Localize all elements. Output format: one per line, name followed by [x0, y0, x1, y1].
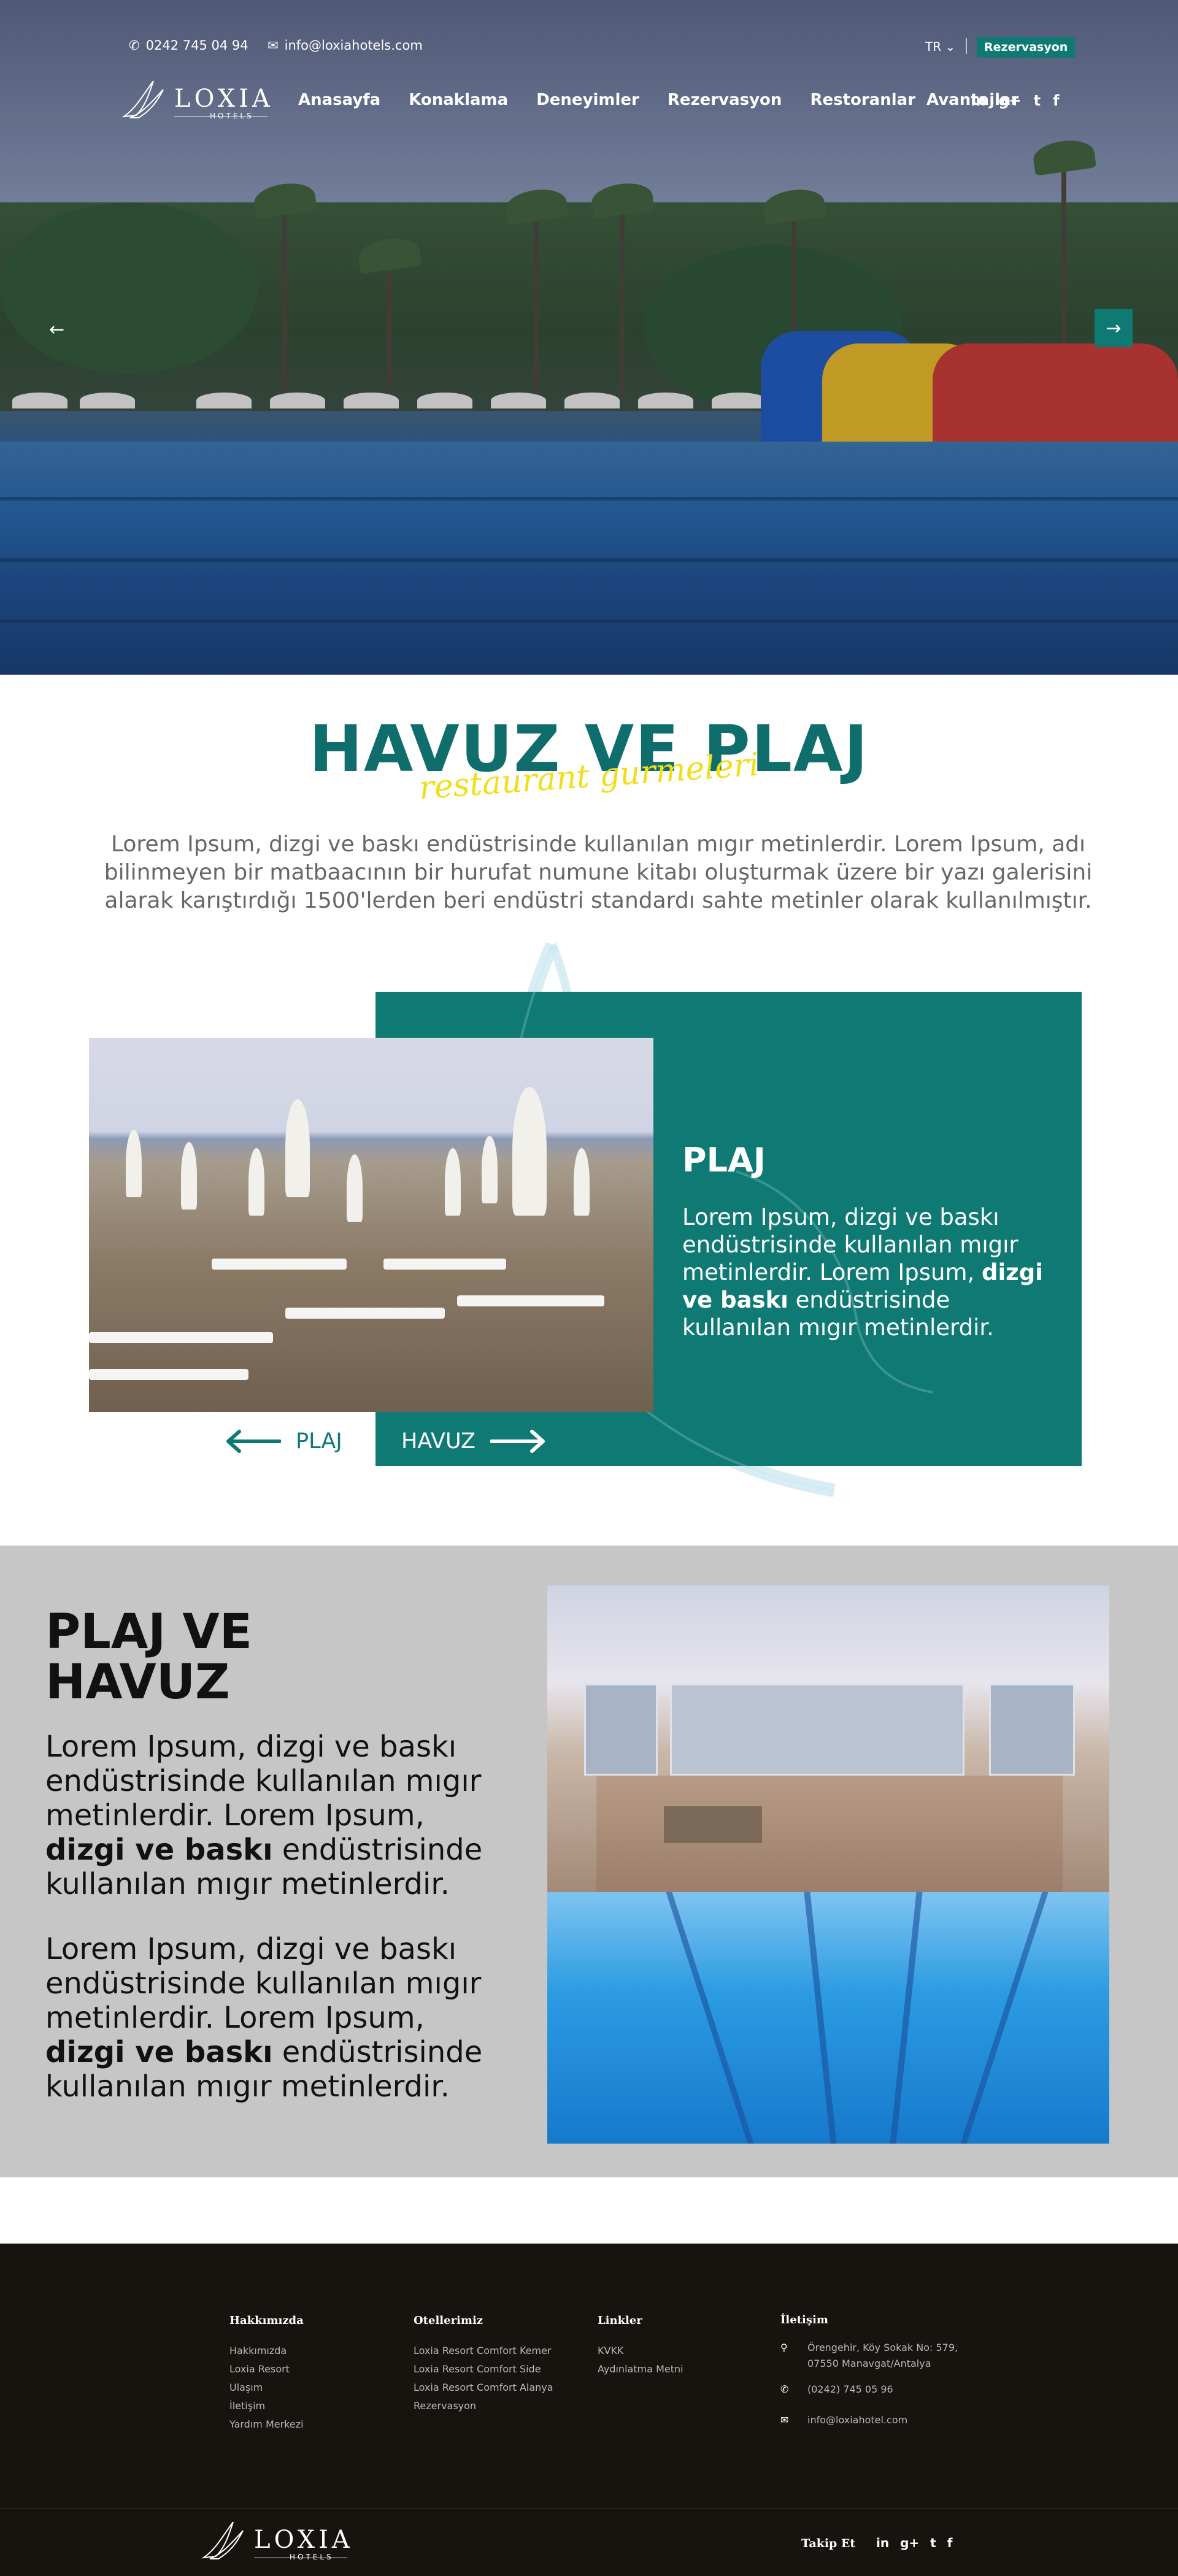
pool-beach-paragraph-1: Lorem Ipsum, dizgi ve baskı endüstrisind…	[45, 1730, 499, 1901]
card-next-button[interactable]: HAVUZ	[401, 1429, 547, 1454]
topbar-email[interactable]: ✉ info@loxiahotels.com	[268, 38, 423, 53]
top-bar: ✆ 0242 745 04 94 ✉ info@loxiahotels.com …	[0, 37, 1178, 58]
logo-sub: HOTELS	[210, 112, 254, 120]
footer-link[interactable]: Loxia Resort Comfort Side	[414, 2360, 553, 2379]
reservation-button[interactable]: Rezervasyon	[977, 37, 1076, 58]
map-pin-icon: ⚲	[780, 2342, 788, 2353]
language-select[interactable]: TR ⌄	[925, 39, 955, 54]
phone-icon: ✆	[780, 2383, 789, 2395]
google-plus-icon[interactable]: g+	[900, 2536, 919, 2550]
footer-email[interactable]: ✉ info@loxiahotel.com	[780, 2412, 977, 2428]
pool-beach-paragraph-2: Lorem Ipsum, dizgi ve baskı endüstrisind…	[45, 1932, 499, 2104]
footer-social: in g+ t f	[876, 2536, 952, 2550]
section-intro: Lorem Ipsum, dizgi ve baskı endüstrisind…	[104, 832, 1093, 913]
footer-phone-text: (0242) 745 05 96	[807, 2383, 893, 2395]
footer	[0, 2244, 1178, 2576]
plaj-text: Lorem Ipsum, dizgi ve baskı endüstrisind…	[682, 1203, 1050, 1341]
footer-links-title: Linkler	[598, 2314, 642, 2327]
follow-label: Takip Et	[801, 2537, 856, 2550]
plaj-text-a: Lorem Ipsum, dizgi ve baskı endüstrisind…	[682, 1204, 1018, 1286]
logo-word: LOXIA	[174, 85, 274, 113]
phone-icon: ✆	[129, 38, 140, 53]
facebook-icon[interactable]: f	[1053, 92, 1059, 109]
indoor-pool-photo	[547, 1585, 1109, 2144]
footer-address-line-1: Örengehir, Köy Sokak No: 579,	[807, 2342, 958, 2353]
footer-about-title: Hakkımızda	[229, 2314, 304, 2327]
footer-link[interactable]: Ulaşım	[229, 2379, 304, 2397]
footer-contact-title: İletişim	[780, 2313, 828, 2326]
facebook-icon[interactable]: f	[947, 2536, 953, 2550]
google-plus-icon[interactable]: g+	[998, 92, 1021, 109]
footer-contact: İletişim ⚲ Örengehir, Köy Sokak No: 579,…	[780, 2313, 977, 2438]
chevron-down-icon: ⌄	[945, 39, 956, 54]
footer-hotels-title: Otellerimiz	[414, 2314, 483, 2327]
slider-next-button[interactable]: →	[1095, 309, 1133, 347]
topbar-divider	[966, 38, 967, 54]
nav-item-konaklama[interactable]: Konaklama	[409, 91, 508, 109]
footer-link[interactable]: Aydınlatma Metni	[598, 2360, 683, 2379]
topbar-email-text: info@loxiahotels.com	[284, 38, 423, 53]
plaj-heading: PLAJ	[682, 1141, 766, 1179]
footer-link[interactable]: Loxia Resort Comfort Alanya	[414, 2379, 553, 2397]
p2-text-a: Lorem Ipsum, dizgi ve baskı endüstrisind…	[45, 1932, 482, 2035]
pool-beach-heading: PLAJ VE HAVUZ	[45, 1604, 253, 1710]
footer-logo-word: LOXIA	[254, 2526, 353, 2554]
footer-link[interactable]: İletişim	[229, 2397, 304, 2415]
footer-link[interactable]: Yardım Merkezi	[229, 2415, 304, 2434]
slider-prev-button[interactable]: ←	[49, 319, 64, 340]
footer-link[interactable]: Loxia Resort Comfort Kemer	[414, 2342, 553, 2360]
topbar-phone[interactable]: ✆ 0242 745 04 94	[129, 38, 248, 53]
language-label: TR	[925, 39, 942, 54]
p1-text-bold: dizgi ve baskı	[45, 1833, 273, 1867]
card-next-label: HAVUZ	[401, 1429, 475, 1454]
arrow-right-icon: →	[1106, 317, 1122, 339]
nav-item-anasayfa[interactable]: Anasayfa	[298, 91, 380, 109]
topbar-phone-text: 0242 745 04 94	[145, 38, 248, 53]
linkedin-icon[interactable]: in	[876, 2536, 889, 2550]
header-social: in g+ t f	[971, 92, 1060, 109]
nav-item-rezervasyon[interactable]: Rezervasyon	[668, 91, 782, 109]
mail-icon: ✉	[780, 2414, 789, 2426]
footer-links: Linkler KVKK Aydınlatma Metni	[598, 2313, 683, 2379]
footer-email-text: info@loxiahotel.com	[807, 2414, 908, 2426]
footer-about: Hakkımızda Hakkımızda Loxia Resort Ulaşı…	[229, 2313, 304, 2434]
beach-photo	[89, 1038, 653, 1412]
footer-link[interactable]: Rezervasyon	[414, 2397, 553, 2415]
twitter-icon[interactable]: t	[1034, 92, 1041, 109]
footer-link[interactable]: Hakkımızda	[229, 2342, 304, 2360]
arrow-right-icon	[490, 1430, 545, 1453]
twitter-icon[interactable]: t	[930, 2536, 936, 2550]
logo-bird-icon	[121, 80, 164, 118]
card-prev-label: PLAJ	[296, 1429, 342, 1454]
arrow-left-icon	[226, 1430, 281, 1453]
nav-item-deneyimler[interactable]: Deneyimler	[536, 91, 639, 109]
site-logo[interactable]: LOXIA HOTELS	[118, 74, 271, 124]
main-nav: Anasayfa Konaklama Deneyimler Rezervasyo…	[298, 91, 1047, 109]
logo-bird-icon	[201, 2521, 244, 2559]
footer-link[interactable]: Loxia Resort	[229, 2360, 304, 2379]
footer-link[interactable]: KVKK	[598, 2342, 683, 2360]
nav-item-restoranlar[interactable]: Restoranlar	[810, 91, 915, 109]
card-prev-button[interactable]: PLAJ	[225, 1429, 342, 1454]
linkedin-icon[interactable]: in	[971, 92, 986, 109]
footer-phone[interactable]: ✆ (0242) 745 05 96	[780, 2382, 977, 2398]
footer-hotels: Otellerimiz Loxia Resort Comfort Kemer L…	[414, 2313, 553, 2415]
p1-text-a: Lorem Ipsum, dizgi ve baskı endüstrisind…	[45, 1730, 482, 1833]
footer-address-line-2: 07550 Manavgat/Antalya	[807, 2358, 931, 2369]
footer-logo-sub: HOTELS	[290, 2553, 334, 2561]
mail-icon: ✉	[268, 38, 279, 53]
p2-text-bold: dizgi ve baskı	[45, 2035, 273, 2069]
footer-address: ⚲ Örengehir, Köy Sokak No: 579, 07550 Ma…	[780, 2340, 977, 2372]
footer-logo[interactable]: LOXIA HOTELS	[198, 2516, 351, 2566]
